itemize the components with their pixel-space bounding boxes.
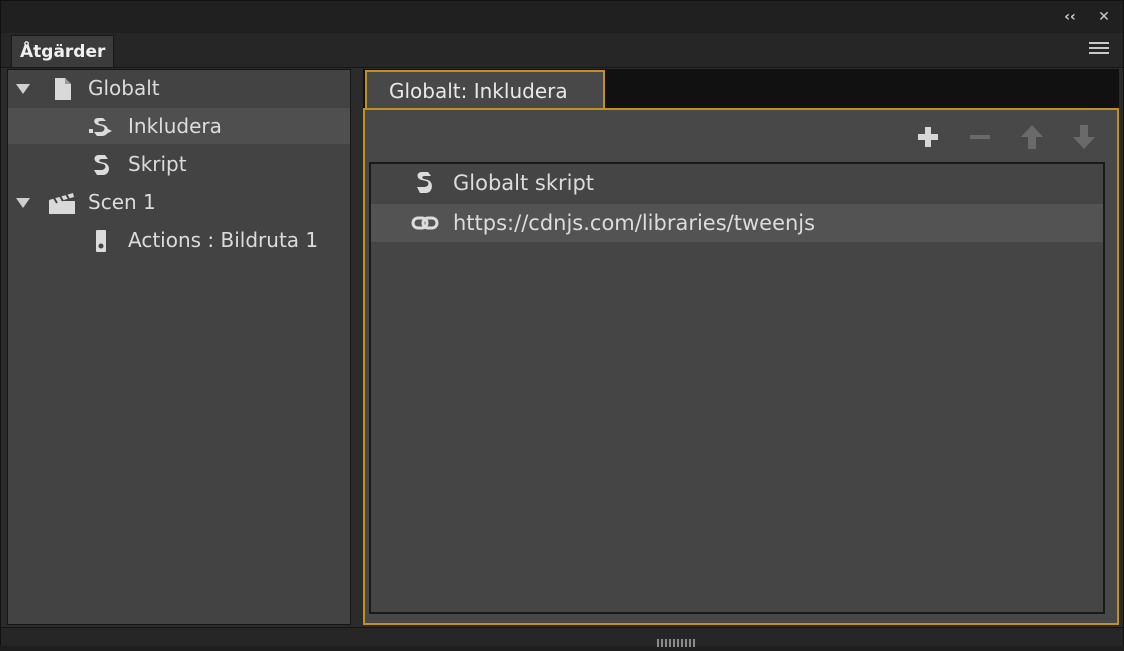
tree-item-frame-actions[interactable]: Actions : Bildruta 1 xyxy=(8,222,350,258)
tree-item-label: Inkludera xyxy=(128,114,222,138)
tree-item-label: Skript xyxy=(128,152,187,176)
panel-menu-button[interactable] xyxy=(1089,42,1109,58)
tree-item-label: Actions : Bildruta 1 xyxy=(128,228,319,252)
clapperboard-icon xyxy=(48,190,76,214)
double-chevron-left-icon: ‹‹ xyxy=(1064,9,1076,25)
tree-item-label: Scen 1 xyxy=(88,190,156,214)
add-button[interactable] xyxy=(913,122,943,152)
link-icon xyxy=(411,210,439,236)
include-toolbar xyxy=(897,122,1117,154)
arrow-up-icon xyxy=(1021,125,1043,149)
tree-item-include[interactable]: Inkludera xyxy=(8,108,350,144)
actions-panel-window: ‹‹ ✕ Åtgärder Globalt Inkludera Skript S… xyxy=(0,0,1124,647)
tree-item-script[interactable]: Skript xyxy=(8,146,350,182)
list-item-global-script[interactable]: Globalt skript xyxy=(371,164,1103,202)
include-list: Globalt skript https://cdnjs.com/librari… xyxy=(369,162,1105,614)
include-script-icon xyxy=(88,114,116,138)
add-icon xyxy=(918,127,938,147)
tree-item-global[interactable]: Globalt xyxy=(8,70,350,106)
list-item-url[interactable]: https://cdnjs.com/libraries/tweenjs xyxy=(371,204,1103,242)
close-icon: ✕ xyxy=(1098,9,1110,25)
frame-icon xyxy=(88,228,116,252)
tree-item-label: Globalt xyxy=(88,76,160,100)
panel-tab-strip: Åtgärder xyxy=(1,33,1123,68)
list-item-label: Globalt skript xyxy=(453,171,595,195)
move-up-button[interactable] xyxy=(1017,122,1047,152)
tab-actions[interactable]: Åtgärder xyxy=(11,35,115,67)
document-icon xyxy=(48,76,76,100)
move-down-button[interactable] xyxy=(1069,122,1099,152)
arrow-down-icon xyxy=(1073,125,1095,149)
tab-global-include[interactable]: Globalt: Inkludera xyxy=(365,70,605,110)
expand-arrow-icon[interactable] xyxy=(16,198,30,208)
remove-icon xyxy=(970,135,990,139)
close-panel-button[interactable]: ✕ xyxy=(1093,7,1115,27)
status-bar xyxy=(1,627,1123,647)
list-item-label: https://cdnjs.com/libraries/tweenjs xyxy=(453,211,816,235)
script-icon xyxy=(88,152,116,176)
expand-arrow-icon[interactable] xyxy=(16,84,30,94)
script-icon xyxy=(411,170,439,196)
editor-area: Globalt: Inkludera Globalt skript https:… xyxy=(363,69,1119,625)
collapse-panel-button[interactable]: ‹‹ xyxy=(1059,7,1081,27)
actions-tree: Globalt Inkludera Skript Scen 1 Actions … xyxy=(7,69,351,625)
hamburger-menu-icon xyxy=(1089,42,1109,54)
include-editor: Globalt skript https://cdnjs.com/librari… xyxy=(363,108,1119,625)
tree-item-scene-1[interactable]: Scen 1 xyxy=(8,184,350,220)
remove-button[interactable] xyxy=(965,122,995,152)
title-bar[interactable]: ‹‹ ✕ xyxy=(1,1,1123,33)
resize-grip-icon[interactable] xyxy=(657,632,697,647)
